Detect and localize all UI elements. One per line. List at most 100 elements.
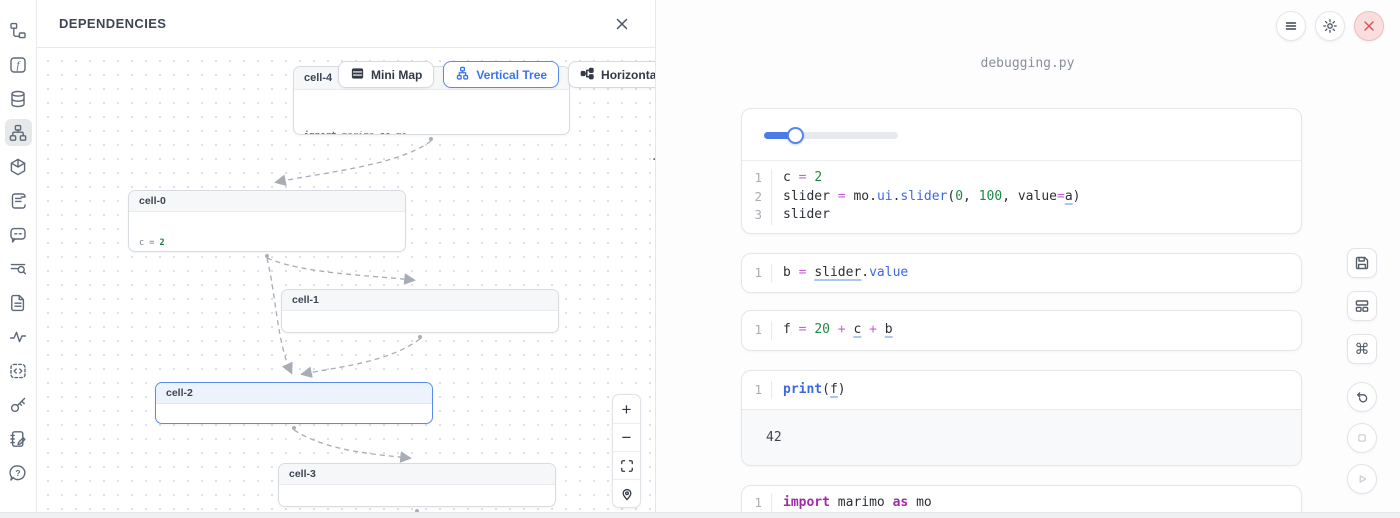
dependencies-panel: DEPENDENCIES bbox=[37, 0, 656, 518]
graph-node-cell-0[interactable]: cell-0 c = 2 slider = mo.ui.slider(0, 10… bbox=[128, 190, 406, 252]
graph-zoom-controls: + − bbox=[612, 394, 641, 508]
save-button[interactable] bbox=[1347, 248, 1377, 278]
mini-map-icon bbox=[350, 66, 365, 84]
undo-icon bbox=[1355, 390, 1369, 404]
notebook-top-actions bbox=[1276, 11, 1384, 41]
app-window: f ? DEPENDENCIES bbox=[0, 0, 1400, 518]
vertical-tree-toggle[interactable]: Vertical Tree bbox=[443, 61, 559, 88]
documentation-icon[interactable] bbox=[5, 289, 32, 316]
minus-icon: − bbox=[622, 429, 632, 446]
locate-button[interactable] bbox=[613, 479, 640, 507]
svg-text:?: ? bbox=[15, 468, 20, 478]
panel-close-button[interactable] bbox=[611, 13, 633, 35]
run-button[interactable] bbox=[1347, 464, 1377, 494]
graph-settings-button[interactable] bbox=[652, 149, 655, 169]
code-editor[interactable]: 1c = 2 2slider = mo.ui.slider(0, 100, va… bbox=[742, 161, 1301, 233]
save-icon bbox=[1354, 255, 1370, 271]
shutdown-button[interactable] bbox=[1354, 11, 1384, 41]
cell-print: 1print(f) 42 bbox=[741, 370, 1302, 467]
undo-button[interactable] bbox=[1347, 382, 1377, 412]
code-line: b = slider.value bbox=[772, 264, 908, 283]
cells-column: 1c = 2 2slider = mo.ui.slider(0, 100, va… bbox=[741, 108, 1302, 518]
graph-node-title: cell-0 bbox=[129, 191, 405, 212]
secrets-icon[interactable] bbox=[5, 391, 32, 418]
fit-view-button[interactable] bbox=[613, 451, 640, 479]
horizontal-tree-icon bbox=[580, 66, 595, 84]
code-editor[interactable]: 1print(f) bbox=[742, 371, 1301, 410]
code-line: slider = mo.ui.slider(0, 100, value=a) bbox=[772, 188, 1080, 207]
help-icon[interactable]: ? bbox=[5, 459, 32, 486]
tracing-icon[interactable] bbox=[5, 323, 32, 350]
dependency-graph-canvas[interactable]: cell-4 import marimo as mo a = 20 cell-0… bbox=[37, 48, 655, 518]
code-line: slider bbox=[772, 206, 830, 225]
line-number: 1 bbox=[742, 321, 772, 340]
scratchpad-icon[interactable] bbox=[5, 187, 32, 214]
notebook-panel: debugging.py 1c = 2 2slider = mo.ui.slid… bbox=[656, 0, 1400, 518]
layout-button[interactable] bbox=[1347, 291, 1377, 321]
cell-b: 1b = slider.value bbox=[741, 253, 1302, 294]
graph-node-code: c = 2 slider = mo.ui.slider(0, 100, valu… bbox=[129, 212, 405, 252]
graph-node-title: cell-1 bbox=[282, 290, 558, 311]
dependencies-header: DEPENDENCIES bbox=[37, 0, 655, 48]
notebook-icon[interactable] bbox=[5, 425, 32, 452]
window-bottom-edge bbox=[0, 512, 1400, 518]
graph-node-cell-2[interactable]: cell-2 f = 20 + c + b bbox=[155, 382, 433, 424]
datasources-icon[interactable] bbox=[5, 85, 32, 112]
code-editor[interactable]: 1f = 20 + c + b bbox=[742, 311, 1301, 350]
notebook-filename: debugging.py bbox=[656, 56, 1399, 71]
vertical-tree-label: Vertical Tree bbox=[476, 68, 547, 82]
file-explorer-icon[interactable] bbox=[5, 17, 32, 44]
graph-node-code: print(f) bbox=[279, 485, 555, 507]
line-number: 1 bbox=[742, 494, 772, 513]
code-line: f = 20 + c + b bbox=[772, 321, 893, 340]
settings-button[interactable] bbox=[1315, 11, 1345, 41]
cell-slider: 1c = 2 2slider = mo.ui.slider(0, 100, va… bbox=[741, 108, 1302, 234]
graph-node-code: f = 20 + c + b bbox=[156, 404, 432, 424]
panel-title: DEPENDENCIES bbox=[59, 16, 166, 31]
code-editor[interactable]: 1b = slider.value bbox=[742, 254, 1301, 293]
map-pin-icon bbox=[620, 487, 634, 501]
close-icon bbox=[1363, 20, 1375, 32]
cell-f: 1f = 20 + c + b bbox=[741, 310, 1302, 351]
logs-icon[interactable] bbox=[5, 255, 32, 282]
graph-node-code: b = slider.value bbox=[282, 311, 558, 333]
chat-icon[interactable] bbox=[5, 221, 32, 248]
variables-icon[interactable]: f bbox=[5, 51, 32, 78]
layout-icon bbox=[1354, 298, 1370, 314]
fullscreen-icon bbox=[620, 459, 634, 473]
menu-button[interactable] bbox=[1276, 11, 1306, 41]
graph-view-toolbar: Mini Map Vertical Tree Horizontal Tree bbox=[338, 61, 655, 88]
stop-icon bbox=[1355, 431, 1369, 445]
line-number: 1 bbox=[742, 381, 772, 400]
play-icon bbox=[1355, 472, 1369, 486]
slider-thumb[interactable] bbox=[787, 127, 804, 144]
line-number: 1 bbox=[742, 169, 772, 188]
notebook-side-actions: ⌘ bbox=[1347, 248, 1377, 505]
plus-icon: + bbox=[622, 401, 632, 418]
keyboard-shortcuts-button[interactable]: ⌘ bbox=[1347, 334, 1377, 364]
packages-icon[interactable] bbox=[5, 153, 32, 180]
mini-map-label: Mini Map bbox=[371, 68, 422, 82]
line-number: 2 bbox=[742, 188, 772, 207]
activity-bar: f ? bbox=[0, 0, 37, 518]
horizontal-tree-toggle[interactable]: Horizontal Tree bbox=[568, 61, 655, 88]
graph-node-title: cell-3 bbox=[279, 464, 555, 485]
stop-button[interactable] bbox=[1347, 423, 1377, 453]
zoom-out-button[interactable]: − bbox=[613, 423, 640, 451]
snippets-icon[interactable] bbox=[5, 357, 32, 384]
dependency-graph-icon[interactable] bbox=[5, 119, 32, 146]
zoom-in-button[interactable]: + bbox=[613, 395, 640, 423]
gear-icon bbox=[1322, 18, 1338, 34]
graph-node-code: import marimo as mo a = 20 bbox=[294, 90, 569, 135]
code-line: print(f) bbox=[772, 381, 846, 400]
graph-node-cell-1[interactable]: cell-1 b = slider.value bbox=[281, 289, 559, 333]
mini-map-toggle[interactable]: Mini Map bbox=[338, 61, 434, 88]
svg-text:f: f bbox=[17, 60, 22, 71]
line-number: 3 bbox=[742, 206, 772, 225]
graph-node-cell-3[interactable]: cell-3 print(f) bbox=[278, 463, 556, 507]
graph-node-title: cell-2 bbox=[156, 383, 432, 404]
cell-console-output: 42 bbox=[742, 409, 1301, 465]
slider-control[interactable] bbox=[764, 132, 898, 139]
line-number: 1 bbox=[742, 264, 772, 283]
vertical-tree-icon bbox=[455, 66, 470, 84]
